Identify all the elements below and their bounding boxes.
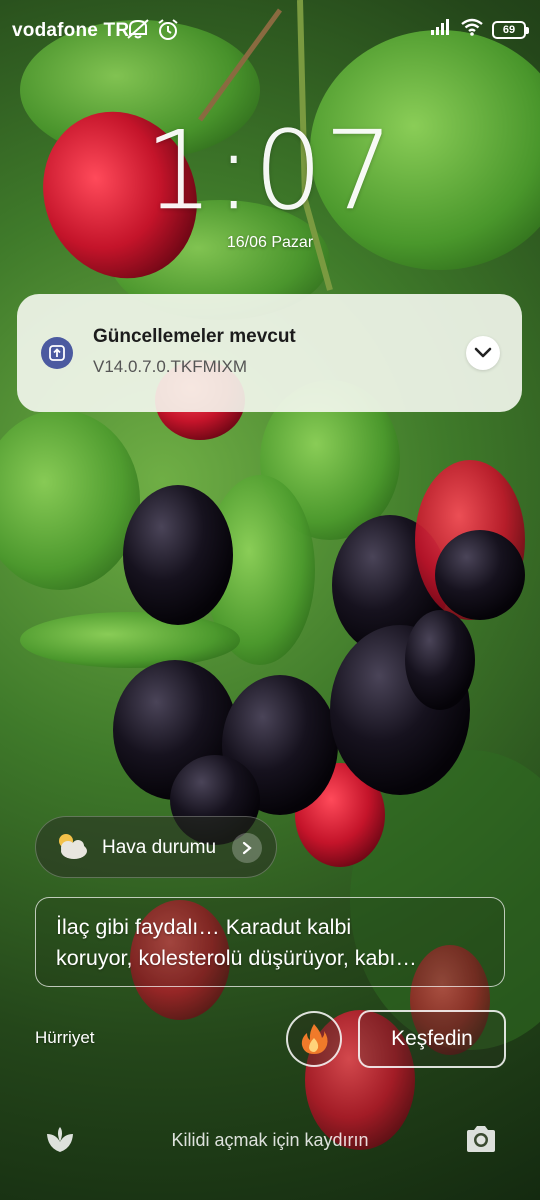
news-headline: İlaç gibi faydalı… Karadut kalbi koruyor…: [56, 912, 492, 974]
status-bar: vodafone TR 69: [0, 0, 540, 60]
notification-text: V14.0.7.0.TKFMIXM: [93, 357, 247, 376]
lock-clock: 1:07: [144, 109, 396, 234]
carrier-name: vodafone TR: [12, 20, 130, 41]
signal-icon: [430, 18, 452, 41]
battery-icon: 69: [492, 20, 529, 39]
discover-button[interactable]: Keşfedin: [358, 1010, 506, 1068]
news-line-1: İlaç gibi faydalı… Karadut kalbi: [56, 915, 352, 939]
notification-title: Güncellemeler mevcut: [93, 326, 296, 347]
chevron-right-icon: [232, 833, 262, 863]
update-icon: [41, 337, 73, 369]
weather-label: Hava durumu: [102, 837, 217, 858]
mute-icon: [126, 18, 150, 45]
camera-icon[interactable]: [464, 1124, 498, 1159]
fire-icon[interactable]: [286, 1011, 342, 1067]
news-source: Hürriyet: [35, 1028, 95, 1047]
unlock-hint: Kilidi açmak için kaydırın: [171, 1130, 369, 1150]
wifi-icon: [460, 18, 484, 41]
update-notification[interactable]: Güncellemeler mevcut V14.0.7.0.TKFMIXM: [17, 294, 522, 412]
alarm-icon: [156, 18, 180, 47]
news-line-2: koruyor, kolesterolü düşürüyor, kabı…: [56, 946, 417, 970]
cloudy-icon: [54, 831, 90, 868]
chevron-down-icon[interactable]: [466, 336, 500, 370]
news-card[interactable]: İlaç gibi faydalı… Karadut kalbi koruyor…: [35, 897, 505, 987]
weather-button[interactable]: Hava durumu: [35, 816, 277, 878]
lock-date: 16/06 Pazar: [226, 234, 314, 251]
